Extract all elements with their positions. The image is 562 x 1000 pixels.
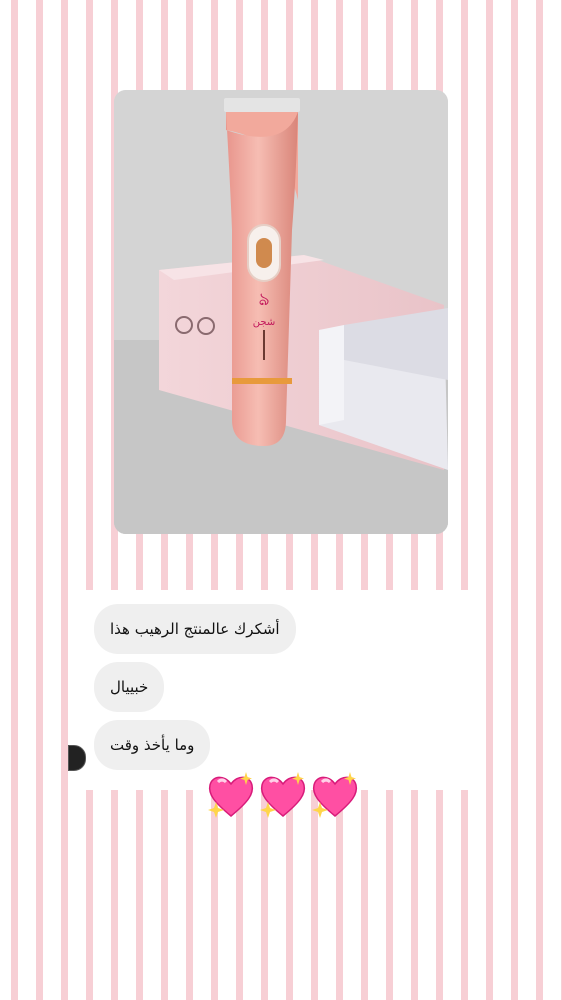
sparkling-heart-icon [312, 772, 358, 818]
avatar[interactable] [68, 745, 86, 771]
message-bubble[interactable]: خبييال [94, 662, 165, 712]
trimmer-illustration: ঌ شجن [114, 90, 448, 534]
message-text: خبييال [110, 678, 149, 696]
message-text: وما يأخذ وقت [110, 736, 195, 754]
sparkling-heart-icon [208, 772, 254, 818]
message-bubble[interactable]: وما يأخذ وقت [94, 720, 211, 770]
chat-messages-card: أشكرك عالمنتج الرهيب هذا خبييال وما يأخذ… [68, 590, 473, 790]
svg-text:شجن: شجن [253, 317, 275, 328]
message-bubble[interactable]: أشكرك عالمنتج الرهيب هذا [94, 604, 296, 654]
reaction-emoji-row [206, 770, 360, 822]
sparkling-heart-icon [260, 772, 306, 818]
message-text: أشكرك عالمنتج الرهيب هذا [110, 620, 280, 638]
svg-text:ঌ: ঌ [259, 289, 270, 310]
product-photo: ঌ شجن [114, 90, 448, 534]
